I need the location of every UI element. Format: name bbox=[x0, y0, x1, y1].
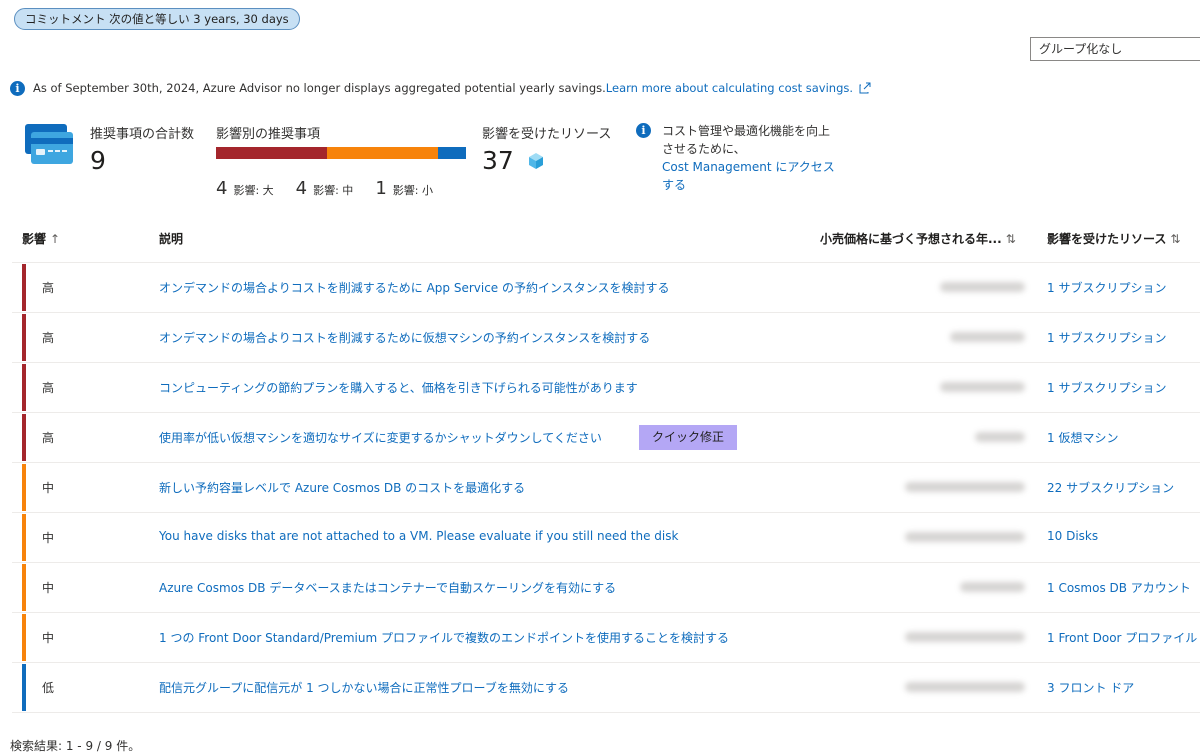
resource-cube-icon bbox=[529, 153, 543, 169]
redacted-savings-value bbox=[905, 632, 1025, 642]
table-row[interactable]: 高 オンデマンドの場合よりコストを削減するために仮想マシンの予約インスタンスを検討… bbox=[12, 312, 1200, 362]
banner-text: As of September 30th, 2024, Azure Adviso… bbox=[33, 81, 606, 95]
impact-cell: 中 bbox=[42, 631, 55, 645]
affected-resources-label: 影響を受けたリソース bbox=[482, 127, 612, 142]
low-label: 影響: 小 bbox=[392, 184, 433, 197]
affected-resource-link[interactable]: 1 Front Door プロファイル bbox=[1047, 629, 1197, 646]
table-row[interactable]: 中 新しい予約容量レベルで Azure Cosmos DB のコストを最適化する 2… bbox=[12, 462, 1200, 512]
affected-resource-link[interactable]: 1 Cosmos DB アカウント bbox=[1047, 579, 1191, 596]
impact-cell: 中 bbox=[42, 481, 55, 495]
table-row[interactable]: 高 オンデマンドの場合よりコストを削減するために App Service の予約イ… bbox=[12, 262, 1200, 312]
redacted-savings-value bbox=[905, 482, 1025, 492]
cost-card-icon bbox=[25, 124, 73, 164]
redacted-savings-value bbox=[905, 532, 1025, 542]
info-icon: i bbox=[10, 80, 25, 96]
recommendation-link[interactable]: You have disks that are not attached to … bbox=[159, 529, 678, 543]
redacted-savings-value bbox=[950, 332, 1025, 342]
table-bottom-divider bbox=[12, 712, 1200, 713]
impact-breakdown-label: 影響別の推奨事項 bbox=[216, 127, 321, 142]
affected-resource-link[interactable]: 10 Disks bbox=[1047, 529, 1098, 543]
impact-color-bar bbox=[22, 464, 26, 511]
recommendation-link[interactable]: オンデマンドの場合よりコストを削減するために App Service の予約イン… bbox=[159, 279, 670, 296]
impact-bar bbox=[216, 147, 466, 159]
header-savings-label: 小売価格に基づく予想される年... bbox=[820, 232, 1002, 246]
redacted-savings-value bbox=[940, 282, 1025, 292]
impact-color-bar bbox=[22, 314, 26, 361]
recommendation-link[interactable]: 配信元グループに配信元が 1 つしかない場合に正常性プローブを無効にする bbox=[159, 679, 569, 696]
impact-bar-high bbox=[216, 147, 328, 159]
affected-resource-link[interactable]: 3 フロント ドア bbox=[1047, 679, 1134, 696]
table-row[interactable]: 中 Azure Cosmos DB データベースまたはコンテナーで自動スケーリング… bbox=[12, 562, 1200, 612]
table-row[interactable]: 低 配信元グループに配信元が 1 つしかない場合に正常性プローブを無効にする 3 フ… bbox=[12, 662, 1200, 712]
redacted-savings-value bbox=[975, 432, 1025, 442]
redacted-savings-value bbox=[940, 382, 1025, 392]
impact-cell: 中 bbox=[42, 581, 55, 595]
header-resources[interactable]: 影響を受けたリソース ⇅ bbox=[1047, 230, 1180, 247]
impact-color-bar bbox=[22, 514, 26, 561]
sort-icon: ⇅ bbox=[1005, 232, 1016, 246]
impact-cell: 高 bbox=[42, 381, 55, 395]
impact-cell: 低 bbox=[42, 681, 55, 695]
header-impact-label: 影響 bbox=[22, 232, 47, 246]
info-icon: i bbox=[636, 123, 651, 138]
recommendation-link[interactable]: 新しい予約容量レベルで Azure Cosmos DB のコストを最適化する bbox=[159, 479, 525, 496]
high-label: 影響: 大 bbox=[233, 184, 274, 197]
impact-color-bar bbox=[22, 614, 26, 661]
group-by-dropdown[interactable]: グループ化なし bbox=[1030, 37, 1200, 61]
table-row[interactable]: 中 1 つの Front Door Standard/Premium プロファイル… bbox=[12, 612, 1200, 662]
total-recommendations-label: 推奨事項の合計数 bbox=[90, 127, 195, 142]
affected-resource-link[interactable]: 1 仮想マシン bbox=[1047, 429, 1118, 446]
impact-cell: 高 bbox=[42, 331, 55, 345]
sort-ascending-icon: ↑ bbox=[50, 232, 61, 246]
affected-resource-link[interactable]: 22 サブスクリプション bbox=[1047, 479, 1174, 496]
impact-cell: 中 bbox=[42, 531, 55, 545]
impact-color-bar bbox=[22, 664, 26, 711]
affected-resource-link[interactable]: 1 サブスクリプション bbox=[1047, 329, 1166, 346]
affected-resource-link[interactable]: 1 サブスクリプション bbox=[1047, 379, 1166, 396]
info-banner: i As of September 30th, 2024, Azure Advi… bbox=[10, 79, 871, 97]
impact-counts: 4 影響: 大 4 影響: 中 1 影響: 小 bbox=[216, 178, 455, 199]
header-description-label: 説明 bbox=[159, 232, 184, 246]
affected-resource-link[interactable]: 1 サブスクリプション bbox=[1047, 279, 1166, 296]
redacted-savings-value bbox=[905, 682, 1025, 692]
table-row[interactable]: 高 使用率が低い仮想マシンを適切なサイズに変更するかシャットダウンしてください クイ… bbox=[12, 412, 1200, 462]
medium-label: 影響: 中 bbox=[313, 184, 354, 197]
recommendation-link[interactable]: コンピューティングの節約プランを購入すると、価格を引き下げられる可能性があります bbox=[159, 379, 638, 396]
header-description[interactable]: 説明 bbox=[159, 230, 183, 247]
recommendation-link[interactable]: Azure Cosmos DB データベースまたはコンテナーで自動スケーリングを… bbox=[159, 579, 616, 596]
header-savings[interactable]: 小売価格に基づく予想される年... ⇅ bbox=[820, 230, 1016, 247]
table-row[interactable]: 高 コンピューティングの節約プランを購入すると、価格を引き下げられる可能性がありま… bbox=[12, 362, 1200, 412]
quick-fix-button[interactable]: クイック修正 bbox=[639, 425, 738, 450]
header-impact[interactable]: 影響 ↑ bbox=[22, 230, 60, 247]
sort-icon: ⇅ bbox=[1170, 232, 1181, 246]
impact-color-bar bbox=[22, 564, 26, 611]
affected-resources-value: 37 bbox=[482, 146, 514, 175]
impact-bar-low bbox=[438, 147, 466, 159]
cost-management-link[interactable]: Cost Management にアクセスする bbox=[662, 160, 835, 192]
impact-cell: 高 bbox=[42, 431, 55, 445]
medium-count: 4 bbox=[295, 178, 308, 199]
impact-color-bar bbox=[22, 364, 26, 411]
total-recommendations-value: 9 bbox=[90, 146, 106, 175]
recommendation-link[interactable]: 使用率が低い仮想マシンを適切なサイズに変更するかシャットダウンしてください bbox=[159, 429, 602, 446]
cost-note-text: コスト管理や最適化機能を向上させるために、 bbox=[662, 124, 831, 156]
filter-pill[interactable]: コミットメント 次の値と等しい 3 years, 30 days bbox=[14, 8, 300, 30]
impact-bar-medium bbox=[327, 147, 439, 159]
results-count: 検索結果: 1 - 9 / 9 件。 bbox=[10, 739, 141, 753]
recommendation-link[interactable]: オンデマンドの場合よりコストを削減するために仮想マシンの予約インスタンスを検討す… bbox=[159, 329, 650, 346]
external-link-icon[interactable] bbox=[859, 82, 871, 94]
recommendation-link[interactable]: 1 つの Front Door Standard/Premium プロファイルで… bbox=[159, 629, 729, 646]
cost-management-note: i コスト管理や最適化機能を向上させるために、 Cost Management … bbox=[636, 122, 836, 194]
high-count: 4 bbox=[216, 178, 228, 199]
learn-more-link[interactable]: Learn more about calculating cost saving… bbox=[606, 81, 853, 95]
header-resources-label: 影響を受けたリソース bbox=[1047, 232, 1167, 246]
impact-cell: 高 bbox=[42, 281, 55, 295]
redacted-savings-value bbox=[960, 582, 1025, 592]
impact-color-bar bbox=[22, 414, 26, 461]
low-count: 1 bbox=[375, 178, 387, 199]
impact-color-bar bbox=[22, 264, 26, 311]
table-row[interactable]: 中 You have disks that are not attached to… bbox=[12, 512, 1200, 562]
